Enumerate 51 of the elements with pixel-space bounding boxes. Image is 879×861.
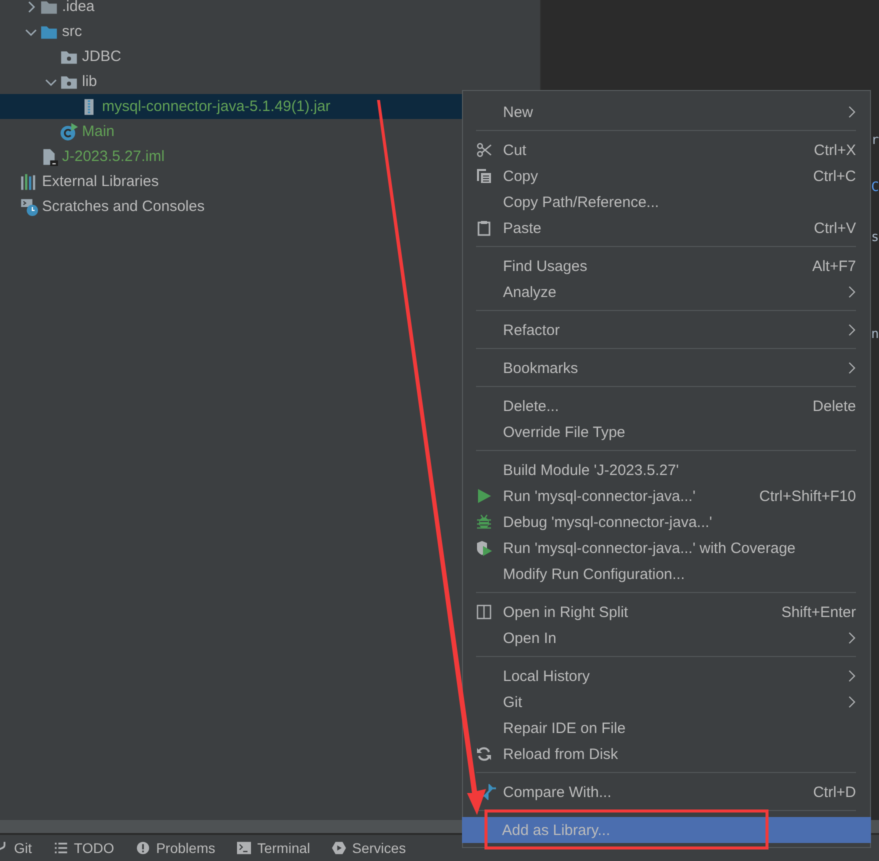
reload-icon — [476, 746, 492, 762]
menu-item[interactable]: Reload from Disk — [463, 741, 870, 767]
split-icon — [476, 604, 492, 620]
copy-icon — [476, 168, 492, 184]
tool-window-tab[interactable]: Services — [332, 840, 406, 856]
list-icon — [54, 841, 68, 855]
code-text: C — [871, 180, 879, 195]
tree-item[interactable]: src — [0, 19, 540, 44]
code-text: s — [871, 230, 879, 245]
folder-icon — [40, 0, 58, 16]
clipboard-icon — [476, 220, 492, 236]
code-text: r — [871, 133, 879, 148]
menu-item[interactable]: Debug 'mysql-connector-java...' — [463, 509, 870, 535]
tool-window-tab[interactable]: TODO — [54, 840, 114, 856]
play-icon — [332, 841, 346, 855]
menu-item[interactable]: Build Module 'J-2023.5.27' — [463, 457, 870, 483]
terminal-icon — [237, 841, 252, 855]
play-icon — [476, 488, 492, 504]
menu-item[interactable]: Open In — [463, 625, 870, 651]
menu-item[interactable]: Paste Ctrl+V — [463, 215, 870, 241]
shield-play-icon — [476, 540, 492, 556]
scratch-icon — [20, 198, 38, 216]
menu-item[interactable]: Refactor — [463, 317, 870, 343]
tool-window-tab[interactable]: Problems — [136, 840, 216, 856]
arrows-icon — [481, 784, 496, 800]
tree-item[interactable]: lib — [0, 69, 540, 94]
menu-item[interactable]: Repair IDE on File — [463, 715, 870, 741]
tree-item[interactable]: .idea — [0, 0, 540, 19]
menu-item[interactable]: Copy Ctrl+C — [463, 163, 870, 189]
library-icon — [20, 172, 38, 190]
menu-item[interactable]: Local History — [463, 663, 870, 689]
menu-item[interactable]: Bookmarks — [463, 355, 870, 381]
menu-item[interactable]: Compare With... Ctrl+D — [463, 779, 870, 805]
menu-item[interactable]: Override File Type — [463, 419, 870, 445]
tree-item[interactable]: JDBC — [0, 44, 540, 69]
tool-window-tab[interactable]: Terminal — [237, 840, 310, 856]
menu-item[interactable]: Run 'mysql-connector-java...' Ctrl+Shift+F10 — [463, 483, 870, 509]
bug-icon — [476, 514, 492, 530]
scissors-icon — [476, 142, 492, 158]
exclamation-icon — [136, 841, 150, 855]
menu-item[interactable]: Run 'mysql-connector-java...' with Coverage — [463, 535, 870, 561]
menu-item[interactable]: Copy Path/Reference... — [463, 189, 870, 215]
tool-window-tab[interactable]: Git — [0, 840, 32, 856]
code-text: n — [871, 327, 879, 342]
menu-item[interactable]: Analyze — [463, 279, 870, 305]
menu-item[interactable]: Find Usages Alt+F7 — [463, 253, 870, 279]
menu-item[interactable]: Delete... Delete — [463, 393, 870, 419]
menu-item[interactable]: Open in Right Split Shift+Enter — [463, 599, 870, 625]
class-icon — [60, 122, 78, 140]
menu-item[interactable]: Modify Run Configuration... — [463, 561, 870, 587]
menu-item[interactable]: Git — [463, 689, 870, 715]
